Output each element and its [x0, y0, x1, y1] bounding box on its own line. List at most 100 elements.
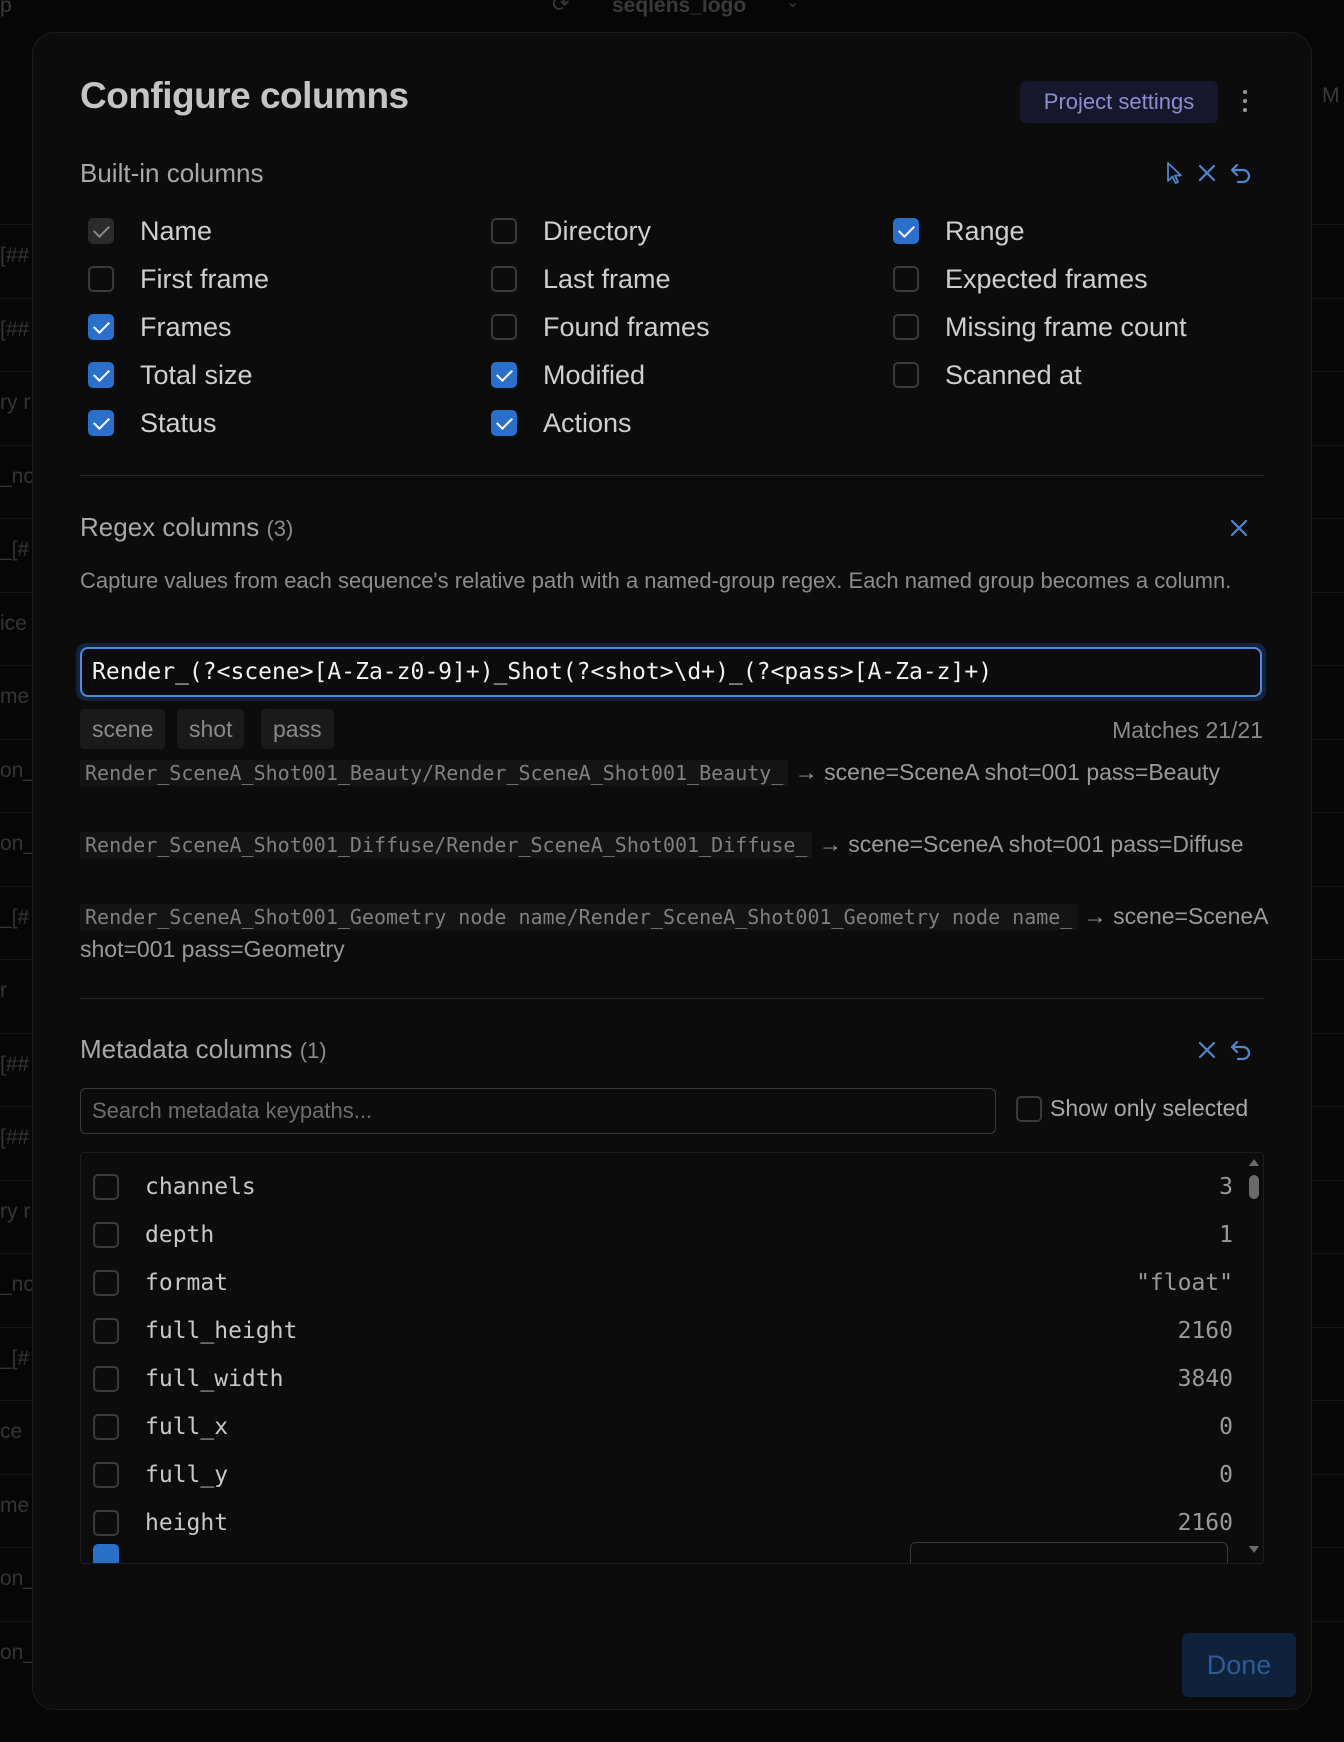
metadata-keypath-list[interactable]: channels 3 depth 1 format "float" full_height 2… [80, 1152, 1264, 1564]
metadata-row-checkbox[interactable] [93, 1318, 119, 1344]
close-icon[interactable] [1226, 515, 1252, 541]
builtin-column-option[interactable]: Name [88, 215, 212, 247]
arrow-right-icon: → [818, 831, 842, 857]
metadata-sample-value: 2160 [1177, 1318, 1233, 1344]
builtin-column-option[interactable]: Total size [88, 359, 253, 391]
close-icon[interactable] [1194, 160, 1220, 186]
background-row-fragment: me [0, 685, 30, 708]
done-button[interactable]: Done [1182, 1633, 1296, 1697]
metadata-row-checkbox[interactable] [93, 1414, 119, 1440]
arrow-right-icon: → [794, 759, 818, 785]
regex-section-label: Regex columns [80, 512, 260, 542]
list-item[interactable] [93, 1544, 119, 1563]
section-divider [80, 998, 1264, 999]
builtin-column-option[interactable]: Actions [491, 407, 632, 439]
cursor-pointer-icon[interactable] [1161, 160, 1187, 186]
builtin-column-label: Last frame [543, 263, 671, 294]
builtin-column-option[interactable]: Scanned at [893, 359, 1082, 391]
builtin-column-checkbox[interactable] [491, 362, 517, 388]
builtin-section-title: Built-in columns [80, 158, 264, 188]
metadata-search-input[interactable] [80, 1088, 996, 1134]
metadata-row-checkbox[interactable] [93, 1174, 119, 1200]
list-item[interactable]: depth 1 [93, 1218, 1233, 1252]
builtin-column-option[interactable]: Status [88, 407, 217, 439]
builtin-column-option[interactable]: First frame [88, 263, 269, 295]
metadata-row-checkbox[interactable] [93, 1544, 119, 1563]
builtin-column-checkbox[interactable] [491, 218, 517, 244]
list-item[interactable]: full_x 0 [93, 1410, 1233, 1444]
metadata-sample-value: 1 [1219, 1222, 1233, 1248]
list-item[interactable]: format "float" [93, 1266, 1233, 1300]
background-row-fragment: [## [0, 244, 30, 267]
builtin-column-option[interactable]: Last frame [491, 263, 671, 295]
builtin-column-option[interactable]: Range [893, 215, 1025, 247]
builtin-column-checkbox[interactable] [491, 266, 517, 292]
regex-section-title: Regex columns (3) [80, 512, 293, 543]
builtin-column-checkbox[interactable] [893, 362, 919, 388]
metadata-keypath: full_y [145, 1462, 229, 1488]
metadata-sample-value: 0 [1219, 1462, 1233, 1488]
builtin-column-option[interactable]: Found frames [491, 311, 710, 343]
list-item[interactable]: channels 3 [93, 1170, 1233, 1204]
regex-group-chip: shot [177, 709, 245, 749]
metadata-keypath: full_height [145, 1318, 298, 1344]
builtin-column-label: Name [140, 215, 213, 246]
list-item[interactable]: height 2160 [93, 1506, 1233, 1540]
builtin-column-checkbox[interactable] [88, 266, 114, 292]
kebab-menu-icon[interactable] [1237, 85, 1253, 121]
regex-example-path: Render_SceneA_Shot001_Diffuse/Render_Sce… [80, 832, 813, 858]
background-title: seqlens_logo [612, 0, 747, 17]
metadata-column-name-input[interactable] [910, 1542, 1228, 1563]
builtin-column-checkbox[interactable] [893, 314, 919, 340]
list-item[interactable]: full_height 2160 [93, 1314, 1233, 1348]
background-row-fragment: _[# [0, 905, 30, 929]
builtin-column-label: Found frames [543, 311, 710, 342]
arrow-right-icon: → [1083, 903, 1107, 929]
builtin-column-label: Actions [543, 407, 632, 438]
builtin-column-label: Scanned at [945, 359, 1082, 390]
builtin-column-option[interactable]: Expected frames [893, 263, 1148, 295]
background-row-fragment: ice [0, 611, 27, 635]
builtin-column-checkbox[interactable] [893, 218, 919, 244]
builtin-column-option[interactable]: Directory [491, 215, 651, 247]
metadata-section-label: Metadata columns [80, 1034, 293, 1064]
background-row-fragment: on_ [0, 1640, 36, 1664]
list-item[interactable]: full_width 3840 [93, 1362, 1233, 1396]
scroll-up-icon[interactable] [1249, 1159, 1259, 1166]
metadata-row-checkbox[interactable] [93, 1366, 119, 1392]
builtin-column-label: Status [140, 407, 217, 438]
close-icon[interactable] [1194, 1037, 1220, 1063]
chevron-down-icon: ⌄ [786, 0, 800, 11]
builtin-column-option[interactable]: Missing frame count [893, 311, 1187, 343]
builtin-column-checkbox[interactable] [88, 314, 114, 340]
regex-focus-ring [76, 643, 1266, 701]
builtin-column-option[interactable]: Frames [88, 311, 232, 343]
regex-pattern-input[interactable] [80, 647, 1262, 697]
list-item[interactable]: full_y 0 [93, 1458, 1233, 1492]
background-row-fragment: ry r [0, 391, 31, 414]
metadata-row-checkbox[interactable] [93, 1270, 119, 1296]
scrollbar-thumb[interactable] [1249, 1175, 1259, 1199]
builtin-column-checkbox[interactable] [491, 410, 517, 436]
metadata-sample-value: 3 [1219, 1174, 1233, 1200]
metadata-count: (1) [299, 1038, 327, 1063]
metadata-keypath: channels [145, 1174, 256, 1200]
metadata-row-checkbox[interactable] [93, 1222, 119, 1248]
project-settings-button[interactable]: Project settings [1020, 81, 1218, 123]
undo-icon[interactable] [1228, 1037, 1254, 1063]
builtin-column-checkbox[interactable] [88, 362, 114, 388]
background-header: p ⟳ seqlens_logo ⌄ [0, 0, 1344, 32]
builtin-column-checkbox[interactable] [491, 314, 517, 340]
builtin-column-checkbox[interactable] [893, 266, 919, 292]
builtin-column-checkbox[interactable] [88, 410, 114, 436]
builtin-column-option[interactable]: Modified [491, 359, 645, 391]
scrollbar[interactable] [1247, 1157, 1261, 1557]
metadata-row-checkbox[interactable] [93, 1462, 119, 1488]
scroll-down-icon[interactable] [1249, 1546, 1259, 1553]
metadata-keypath: height [145, 1510, 229, 1536]
show-only-selected-checkbox[interactable] [1016, 1095, 1042, 1122]
background-row-fragment: _[# [0, 1346, 30, 1370]
undo-icon[interactable] [1228, 160, 1254, 186]
show-only-selected-toggle[interactable]: Show only selected [1016, 1095, 1248, 1122]
metadata-row-checkbox[interactable] [93, 1510, 119, 1536]
